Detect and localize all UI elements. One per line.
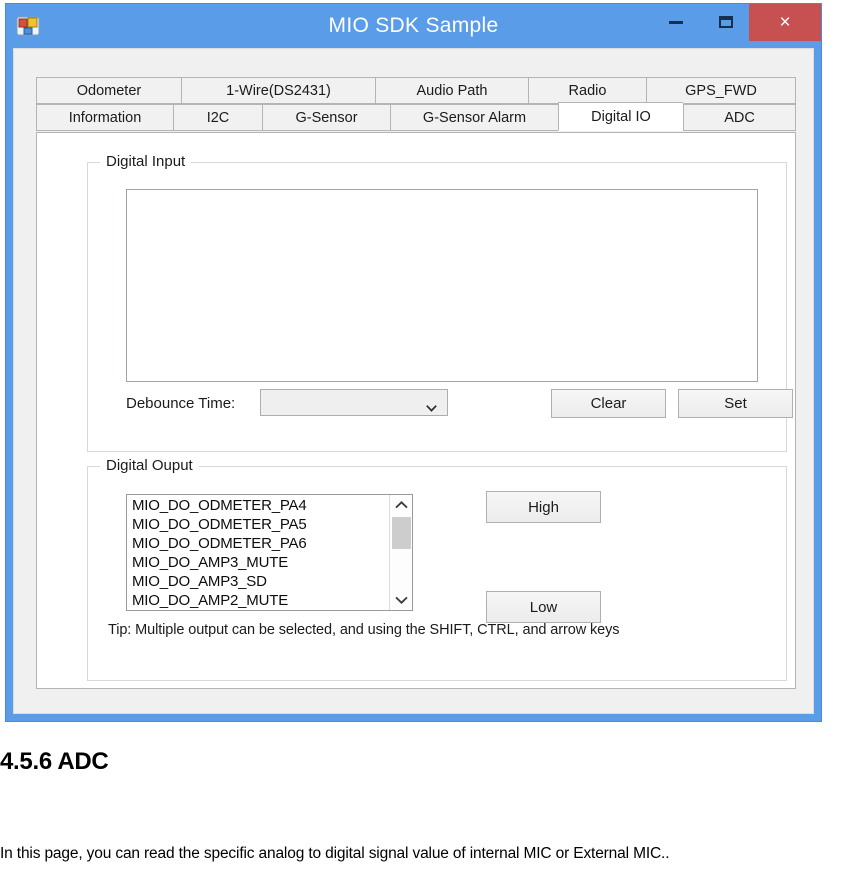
debounce-time-label: Debounce Time:	[126, 395, 236, 412]
digital-output-scrollbar[interactable]	[389, 495, 412, 610]
page-title: 4.5.6 ADC	[0, 748, 109, 775]
application-window: MIO SDK Sample × Odometer 1-Wire(DS2431) A…	[5, 3, 822, 722]
tab-g-sensor[interactable]: G-Sensor	[262, 104, 390, 131]
digital-output-group: Digital Ouput MIO_DO_ODMETER_PA4 MIO_DO_O…	[87, 457, 787, 681]
debounce-time-combobox[interactable]	[260, 389, 448, 416]
maximize-button[interactable]	[703, 4, 749, 40]
title-bar[interactable]: MIO SDK Sample ×	[6, 4, 821, 48]
digital-output-list: MIO_DO_ODMETER_PA4 MIO_DO_ODMETER_PA5 MIO_…	[127, 496, 389, 610]
scroll-down-icon[interactable]	[390, 590, 412, 610]
tab-i2c[interactable]: I2C	[173, 104, 262, 131]
clear-button[interactable]: Clear	[551, 389, 666, 418]
digital-input-group-title: Digital Input	[100, 153, 192, 170]
list-item[interactable]: MIO_DO_ODMETER_PA5	[127, 515, 389, 534]
minimize-button[interactable]	[653, 4, 699, 40]
close-button[interactable]: ×	[749, 4, 821, 41]
tab-control: Odometer 1-Wire(DS2431) Audio Path Radio GPS…	[36, 77, 796, 689]
list-item[interactable]: MIO_DO_ODMETER_PA6	[127, 534, 389, 553]
tab-row-top: Odometer 1-Wire(DS2431) Audio Path Radio GPS…	[36, 77, 796, 104]
digital-output-listbox[interactable]: MIO_DO_ODMETER_PA4 MIO_DO_ODMETER_PA5 MIO_…	[126, 494, 413, 611]
digital-input-textbox[interactable]	[126, 189, 758, 382]
digital-input-group: Digital Input Debounce Time: Clear Set	[87, 153, 793, 452]
minimize-icon	[669, 20, 683, 24]
set-button[interactable]: Set	[678, 389, 793, 418]
high-button[interactable]: High	[486, 491, 601, 523]
tab-audio-path[interactable]: Audio Path	[375, 77, 528, 104]
tab-adc[interactable]: ADC	[683, 104, 796, 131]
digital-output-group-title: Digital Ouput	[100, 457, 199, 474]
scroll-up-icon[interactable]	[390, 495, 412, 515]
tab-gps-fwd[interactable]: GPS_FWD	[646, 77, 796, 104]
list-item[interactable]: MIO_DO_AMP2_MUTE	[127, 591, 389, 610]
list-item[interactable]: MIO_DO_ODMETER_PA4	[127, 496, 389, 515]
tab-radio[interactable]: Radio	[528, 77, 646, 104]
low-button[interactable]: Low	[486, 591, 601, 623]
chevron-down-icon	[426, 399, 437, 412]
list-item[interactable]: MIO_DO_AMP3_MUTE	[127, 553, 389, 572]
client-area: Odometer 1-Wire(DS2431) Audio Path Radio GPS…	[13, 48, 814, 714]
tab-digital-io[interactable]: Digital IO	[558, 102, 683, 131]
list-item[interactable]: MIO_DO_AMP3_SD	[127, 572, 389, 591]
tab-row-bottom: Information I2C G-Sensor G-Sensor Alarm Digi…	[36, 102, 796, 133]
digital-output-tip: Tip: Multiple output can be selected, an…	[108, 622, 620, 638]
tab-information[interactable]: Information	[36, 104, 173, 131]
tab-1-wire-ds2431[interactable]: 1-Wire(DS2431)	[181, 77, 375, 104]
tab-odometer[interactable]: Odometer	[36, 77, 181, 104]
maximize-icon	[719, 16, 733, 28]
tab-page-digital-io: Digital Input Debounce Time: Clear Set D…	[36, 132, 796, 689]
tab-g-sensor-alarm[interactable]: G-Sensor Alarm	[390, 104, 558, 131]
page-paragraph: In this page, you can read the specific …	[0, 845, 670, 862]
scrollbar-thumb[interactable]	[392, 517, 411, 549]
tab-strip: Odometer 1-Wire(DS2431) Audio Path Radio GPS…	[36, 77, 796, 133]
close-icon: ×	[779, 11, 791, 33]
